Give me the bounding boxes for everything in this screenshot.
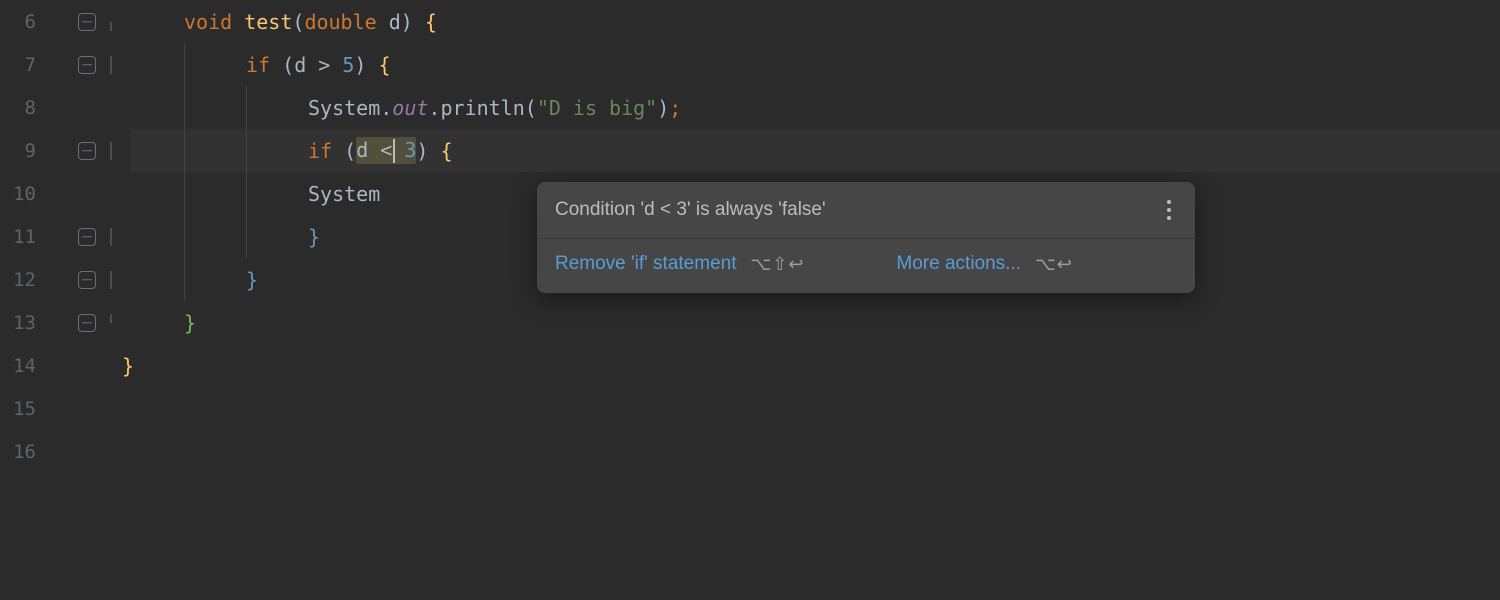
fold-icon[interactable] <box>78 228 96 246</box>
fold-icon[interactable] <box>78 271 96 289</box>
line-number: 13 <box>0 312 46 334</box>
keyword: if <box>308 139 332 163</box>
line-number: 6 <box>0 11 46 33</box>
inspection-message: Condition 'd < 3' is always 'false' <box>555 199 1157 221</box>
fold-icon[interactable] <box>78 314 96 332</box>
keyword: if <box>246 53 270 77</box>
code-line[interactable]: System.out.println("D is big"); <box>130 86 1500 129</box>
remove-if-action[interactable]: Remove 'if' statement <box>555 253 737 275</box>
line-number: 14 <box>0 355 46 377</box>
code-line[interactable] <box>130 387 1500 430</box>
code-editor[interactable]: 6 7 8 9 <box>0 0 1500 600</box>
fold-icon[interactable] <box>78 142 96 160</box>
fold-icon[interactable] <box>78 56 96 74</box>
code-line[interactable] <box>130 430 1500 473</box>
line-number: 12 <box>0 269 46 291</box>
code-line[interactable]: } <box>122 344 1500 387</box>
line-number: 15 <box>0 398 46 420</box>
line-number: 10 <box>0 183 46 205</box>
static-field: out <box>392 96 428 120</box>
shortcut-hint: ⌥⇧↩ <box>751 254 805 275</box>
code-line[interactable]: void test(double d) { <box>130 0 1500 43</box>
inspection-popup: Condition 'd < 3' is always 'false' Remo… <box>537 182 1195 293</box>
line-number: 9 <box>0 140 46 162</box>
shortcut-hint: ⌥↩ <box>1035 254 1073 275</box>
code-line[interactable]: if (d > 5) { <box>130 43 1500 86</box>
code-line-current[interactable]: if (d < 3) { <box>130 129 1500 172</box>
line-number: 16 <box>0 441 46 463</box>
method-name: test <box>244 10 292 34</box>
fold-icon[interactable] <box>78 13 96 31</box>
gutter: 6 7 8 9 <box>0 0 130 600</box>
keyword: void <box>184 10 232 34</box>
more-actions-link[interactable]: More actions... <box>896 253 1021 275</box>
code-line[interactable]: } <box>130 301 1500 344</box>
line-number: 7 <box>0 54 46 76</box>
line-number: 11 <box>0 226 46 248</box>
inspection-warning[interactable]: d < 3 <box>356 137 416 165</box>
code-area[interactable]: void test(double d) { if (d > 5) { Syste… <box>130 0 1500 600</box>
string-literal: "D is big" <box>537 96 657 120</box>
more-vert-icon[interactable] <box>1157 198 1181 222</box>
keyword: double <box>304 10 376 34</box>
line-number: 8 <box>0 97 46 119</box>
